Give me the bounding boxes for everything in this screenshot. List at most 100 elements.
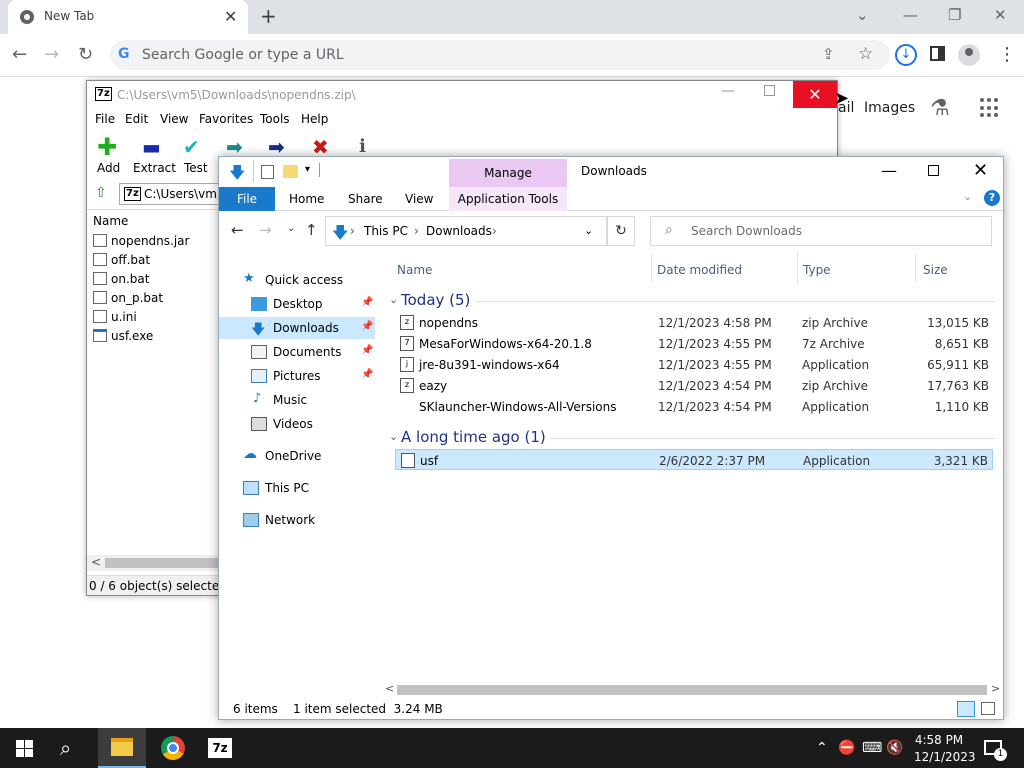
chrome-menu-icon[interactable]: ⋮ (998, 44, 1016, 65)
properties-icon[interactable] (261, 165, 274, 179)
column-header-type[interactable]: Type (803, 263, 831, 277)
delete-x-icon[interactable]: ✖ (312, 137, 329, 157)
taskbar-7zip[interactable]: 7z (196, 728, 244, 768)
clock-time[interactable]: 4:58 PM (914, 733, 964, 747)
nav-desktop[interactable]: Desktop 📌 (219, 293, 375, 315)
profile-avatar-icon[interactable] (958, 44, 980, 66)
list-item[interactable]: on_p.bat (93, 291, 163, 309)
clock-date[interactable]: 12/1/2023 (914, 750, 976, 764)
add-plus-icon[interactable]: ✚ (97, 135, 117, 159)
address-bar[interactable]: 🡇 › This PC › Downloads › ⌄ (325, 216, 607, 246)
address-dropdown-icon[interactable]: ⌄ (584, 224, 593, 237)
extract-button-label[interactable]: Extract (133, 161, 176, 175)
qat-dropdown-icon[interactable]: ▾ (305, 164, 310, 175)
nav-videos[interactable]: Videos (219, 413, 375, 435)
nav-downloads[interactable]: 🡇 Downloads 📌 (219, 317, 375, 339)
list-item[interactable]: on.bat (93, 272, 149, 290)
taskbar-file-explorer[interactable] (98, 728, 146, 768)
tab-file[interactable]: File (219, 187, 275, 211)
tab-home[interactable]: Home (289, 192, 324, 206)
taskbar-search-icon[interactable]: ⌕ (60, 736, 71, 760)
explorer-close-button[interactable]: ✕ (973, 160, 988, 181)
volume-muted-icon[interactable]: 🔇 (886, 740, 903, 756)
breadcrumb-downloads[interactable]: Downloads (426, 224, 492, 238)
test-button-label[interactable]: Test (184, 161, 208, 175)
ntp-images-link[interactable]: Images (864, 100, 915, 116)
chrome-minimize-button[interactable]: — (903, 6, 918, 24)
side-panel-icon[interactable] (930, 46, 945, 61)
list-item[interactable]: usf.exe (93, 329, 153, 347)
qat-down-arrow-icon[interactable]: 🡇 (229, 162, 245, 189)
scroll-thumb[interactable] (105, 558, 219, 568)
column-header-size[interactable]: Size (923, 263, 948, 277)
7zip-name-column-header[interactable]: Name (93, 214, 128, 228)
google-apps-icon[interactable] (980, 98, 1000, 118)
explorer-minimize-button[interactable]: — (881, 161, 897, 180)
move-arrow-icon[interactable]: ➡ (268, 137, 285, 157)
7zip-path-field[interactable]: 7z C:\Users\vm5\ (119, 183, 229, 205)
nav-this-pc[interactable]: This PC (219, 477, 375, 499)
nav-network[interactable]: Network (219, 509, 375, 531)
chrome-restore-button[interactable]: ❐ (948, 6, 961, 24)
search-input[interactable]: ⌕ Search Downloads (650, 216, 992, 246)
forward-icon[interactable]: → (259, 221, 272, 239)
scroll-left-icon[interactable]: < (91, 555, 101, 569)
back-icon[interactable]: ← (231, 221, 244, 239)
scroll-left-icon[interactable]: < (385, 682, 394, 695)
labs-flask-icon[interactable]: ⚗ (930, 96, 950, 121)
table-row-selected[interactable]: usf 2/6/2022 2:37 PM Application 3,321 K… (395, 449, 993, 470)
copy-arrow-icon[interactable]: ➡ (226, 137, 243, 157)
table-row[interactable]: z nopendns 12/1/2023 4:58 PM zip Archive… (395, 312, 993, 333)
group-header-long-time-ago[interactable]: ⌄ A long time ago (1) (385, 427, 995, 449)
column-header-date[interactable]: Date modified (657, 263, 742, 277)
table-row[interactable]: j jre-8u391-windows-x64 12/1/2023 4:55 P… (395, 354, 993, 375)
network-status-icon[interactable]: ⛔ (838, 740, 855, 756)
chrome-tab-new-tab[interactable]: New Tab ✕ (8, 0, 248, 34)
explorer-horizontal-scrollbar[interactable]: < > (385, 682, 1003, 697)
list-item[interactable]: u.ini (93, 310, 137, 328)
omnibox[interactable]: G Search Google or type a URL ⇪ ☆ (110, 40, 890, 70)
list-item[interactable]: nopendns.jar (93, 234, 189, 252)
explorer-maximize-button[interactable] (928, 165, 939, 176)
table-row[interactable]: SKlauncher-Windows-All-Versions 12/1/202… (395, 396, 993, 417)
extract-minus-icon[interactable]: ▬ (142, 137, 161, 157)
column-header-name[interactable]: Name (397, 263, 432, 277)
chrome-close-button[interactable]: ✕ (994, 6, 1007, 24)
scroll-thumb[interactable] (397, 685, 987, 695)
recent-locations-icon[interactable]: ⌄ (287, 223, 295, 234)
column-divider[interactable] (797, 253, 798, 283)
details-view-icon[interactable] (957, 701, 975, 717)
share-icon[interactable]: ⇪ (822, 45, 835, 63)
group-header-today[interactable]: ⌄ Today (5) (385, 290, 995, 312)
back-icon[interactable]: ← (12, 44, 27, 65)
new-tab-button[interactable]: + (260, 4, 277, 28)
nav-documents[interactable]: Documents 📌 (219, 341, 375, 363)
downloads-icon[interactable]: ↓ (895, 44, 917, 66)
up-icon[interactable]: ↑ (305, 221, 318, 239)
column-divider[interactable] (651, 253, 652, 283)
nav-pictures[interactable]: Pictures 📌 (219, 365, 375, 387)
forward-icon[interactable]: → (44, 44, 59, 65)
nav-music[interactable]: ♪ Music (219, 389, 375, 411)
new-folder-icon[interactable] (283, 165, 298, 178)
table-row[interactable]: 7 MesaForWindows-x64-20.1.8 12/1/2023 4:… (395, 333, 993, 354)
collapse-chevron-icon[interactable]: ⌄ (389, 293, 398, 306)
tab-manage[interactable]: Manage (449, 159, 567, 187)
help-icon[interactable]: ? (984, 190, 1000, 206)
tab-view[interactable]: View (405, 192, 433, 206)
bookmark-star-icon[interactable]: ☆ (858, 44, 873, 64)
test-check-icon[interactable]: ✔ (183, 137, 200, 157)
table-row[interactable]: z eazy 12/1/2023 4:54 PM zip Archive 17,… (395, 375, 993, 396)
language-icon[interactable]: ⌨ (862, 740, 882, 756)
scroll-right-icon[interactable]: > (991, 682, 1000, 695)
reload-icon[interactable]: ↻ (78, 44, 93, 65)
7zip-horizontal-scrollbar[interactable]: < (87, 555, 220, 571)
windows-start-icon[interactable] (16, 740, 33, 757)
nav-quick-access[interactable]: ★ Quick access (219, 269, 375, 291)
tray-chevron-icon[interactable]: ⌃ (816, 740, 828, 756)
tab-close-icon[interactable]: ✕ (224, 7, 237, 26)
refresh-icon[interactable]: ↻ (607, 216, 635, 246)
tab-share[interactable]: Share (348, 192, 383, 206)
add-button-label[interactable]: Add (97, 161, 120, 175)
list-item[interactable]: off.bat (93, 253, 150, 271)
